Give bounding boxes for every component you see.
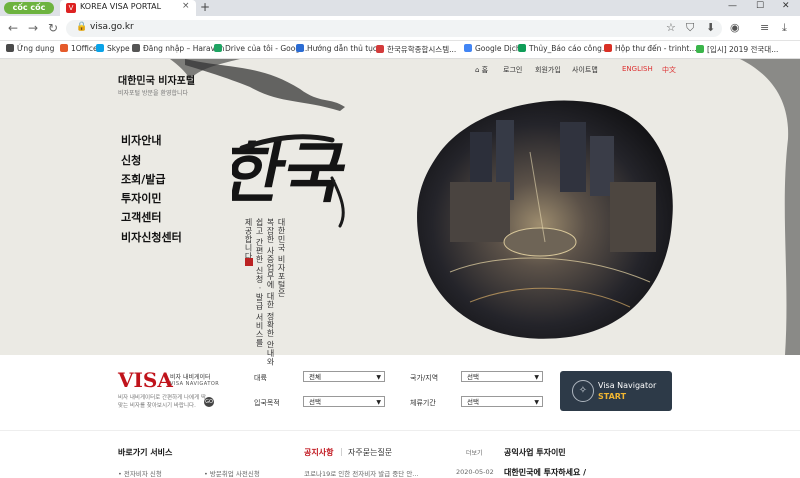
caret-down-icon: ▼ — [376, 399, 381, 406]
intro-line-4: 제공합니다 — [244, 218, 253, 261]
continent-select[interactable]: 전체 ▼ — [303, 371, 385, 382]
compass-icon: ✧ — [572, 380, 594, 402]
bookmark-skype[interactable]: Skype — [96, 44, 130, 53]
sheets-icon — [518, 44, 526, 52]
reload-icon[interactable]: ↻ — [48, 21, 58, 35]
notice-date: 2020-05-02 — [456, 468, 494, 476]
home-icon: ⌂ — [475, 66, 482, 74]
purpose-select[interactable]: 선택 ▼ — [303, 396, 385, 407]
address-bar[interactable] — [66, 20, 722, 37]
hero-section — [0, 59, 800, 355]
menu-inquiry-issuance[interactable]: 조회/발급 — [121, 171, 166, 187]
menu-investment-immigration[interactable]: 투자이민 — [121, 190, 161, 206]
nav-signup[interactable]: 회원가입 — [535, 65, 561, 75]
bookmark-star-icon[interactable]: ☆ — [666, 21, 676, 34]
gmail-icon — [604, 44, 612, 52]
caret-down-icon: ▼ — [534, 399, 539, 406]
nav-home[interactable]: ⌂ 홈 — [475, 65, 488, 75]
section-divider — [0, 430, 800, 431]
bookmark-1office[interactable]: 1Office — [60, 44, 98, 53]
investment-immigration-heading: 공익사업 투자이민 — [504, 448, 566, 457]
skype-icon — [96, 44, 104, 52]
korea-flag-icon — [376, 45, 384, 53]
lock-icon[interactable]: 🔒 — [76, 22, 87, 32]
guide-icon — [296, 44, 304, 52]
google-translate-icon — [464, 44, 472, 52]
google-drive-icon — [214, 44, 222, 52]
new-tab-button[interactable]: + — [200, 0, 210, 14]
nav-chinese[interactable]: 中文 — [662, 65, 676, 75]
visa-navigator-korean: 비자 내비게이터 — [170, 374, 211, 381]
red-seal-stamp — [245, 258, 253, 266]
forward-icon[interactable]: → — [28, 21, 38, 35]
duration-select[interactable]: 선택 ▼ — [461, 396, 543, 407]
visa-navigator-button-label: Visa Navigator — [598, 381, 657, 390]
nav-login[interactable]: 로그인 — [503, 65, 522, 75]
tab-favicon-icon: V — [66, 3, 76, 13]
bookmark-report[interactable]: Thủy_Báo cáo công... — [518, 44, 609, 53]
notice-item[interactable]: 코로나19로 인한 전자비자 발급 중단 안... — [304, 468, 419, 478]
maximize-button[interactable]: ☐ — [756, 1, 764, 11]
haravan-icon — [132, 44, 140, 52]
start-label: START — [598, 392, 627, 401]
menu-visa-guide[interactable]: 비자안내 — [121, 132, 161, 148]
country-label: 국가/지역 — [410, 374, 439, 382]
url-text[interactable]: visa.go.kr — [90, 22, 134, 32]
intro-line-3: 쉽고 간편한 신청 · 발급 서비스를 — [255, 218, 264, 347]
line-icon — [696, 45, 704, 53]
bookmark-admissions[interactable]: [입시] 2019 전국대... — [696, 44, 778, 55]
intro-line-2: 복잡한 사증업무에 대한 정확한 안내와 — [266, 218, 275, 367]
country-select[interactable]: 선택 ▼ — [461, 371, 543, 382]
extension-icon[interactable]: ◉ — [730, 21, 740, 34]
continent-label: 대륙 — [254, 374, 267, 382]
shortcut-preregister[interactable]: • 방문취업 사전신청 — [204, 468, 260, 478]
bookmark-drive[interactable]: Drive của tôi - Goog... — [214, 44, 307, 53]
invest-banner-text[interactable]: 대한민국에 투자하세요 / — [504, 467, 586, 478]
caret-down-icon: ▼ — [376, 374, 381, 381]
more-link[interactable]: 더보기 — [466, 448, 483, 457]
browser-brand-logo[interactable]: cốc cốc — [4, 2, 54, 14]
intro-line-1: 대한민국 비자포털은 — [277, 218, 286, 298]
nav-sitemap[interactable]: 사이트맵 — [572, 65, 598, 75]
visa-navigator-description: 비자 내비게이터로 간편하게 나에게 딱 맞는 비자를 찾아보시기 바랍니다. — [118, 395, 206, 409]
shortcut-services-heading: 바로가기 서비스 — [118, 448, 173, 457]
bookmark-google-translate[interactable]: Google Dịch — [464, 44, 521, 53]
menu-application[interactable]: 신청 — [121, 152, 141, 168]
bookmark-haravan[interactable]: Đăng nhập – Haravan — [132, 44, 224, 53]
calligraphy-korea-graphic: 한국 — [232, 134, 354, 228]
duration-label: 체류기간 — [410, 399, 436, 407]
bookmark-guide[interactable]: Hướng dẫn thủ tục... — [296, 44, 384, 53]
1office-icon — [60, 44, 68, 52]
menu-customer-center[interactable]: 고객센터 — [121, 209, 161, 225]
close-window-button[interactable]: ✕ — [782, 1, 790, 11]
portal-title[interactable]: 대한민국 비자포털 — [118, 72, 195, 87]
visa-navigator-english: VISA NAVIGATOR — [170, 381, 220, 387]
bookmark-inbox[interactable]: Hộp thư đến - trinht... — [604, 44, 697, 53]
tab-separator: | — [340, 447, 343, 456]
menu-icon[interactable]: ≡ — [760, 21, 769, 34]
apps-grid-icon — [6, 44, 14, 52]
tab-notice[interactable]: 공지사항 — [304, 447, 333, 458]
seoul-night-photo — [417, 100, 673, 339]
bookmark-apps[interactable]: Ứng dụng — [6, 44, 54, 53]
menu-visa-application-center[interactable]: 비자신청센터 — [121, 229, 182, 245]
downloads-tray-icon[interactable]: ⤓ — [782, 21, 787, 35]
download-icon[interactable]: ⬇ — [706, 21, 715, 34]
portal-subtitle: 비자포털 방문을 환영합니다 — [118, 90, 189, 97]
minimize-button[interactable]: — — [728, 1, 737, 11]
nav-english[interactable]: ENGLISH — [622, 65, 653, 73]
back-icon[interactable]: ← — [8, 21, 18, 35]
tab-faq[interactable]: 자주묻는질문 — [348, 447, 392, 458]
tab-title: KOREA VISA PORTAL — [80, 2, 162, 11]
shortcut-evisa[interactable]: • 전자비자 신청 — [118, 468, 162, 478]
visa-go-button[interactable]: GO — [204, 397, 214, 407]
visa-logo: VISA — [118, 368, 173, 392]
caret-down-icon: ▼ — [534, 374, 539, 381]
shield-icon[interactable]: ⛉ — [686, 21, 694, 35]
tab-close-icon[interactable]: × — [182, 1, 190, 11]
purpose-label: 입국목적 — [254, 399, 280, 407]
hero-ink-background — [170, 59, 800, 355]
bookmark-study-korea[interactable]: 한국유학종합시스템... — [376, 44, 456, 55]
